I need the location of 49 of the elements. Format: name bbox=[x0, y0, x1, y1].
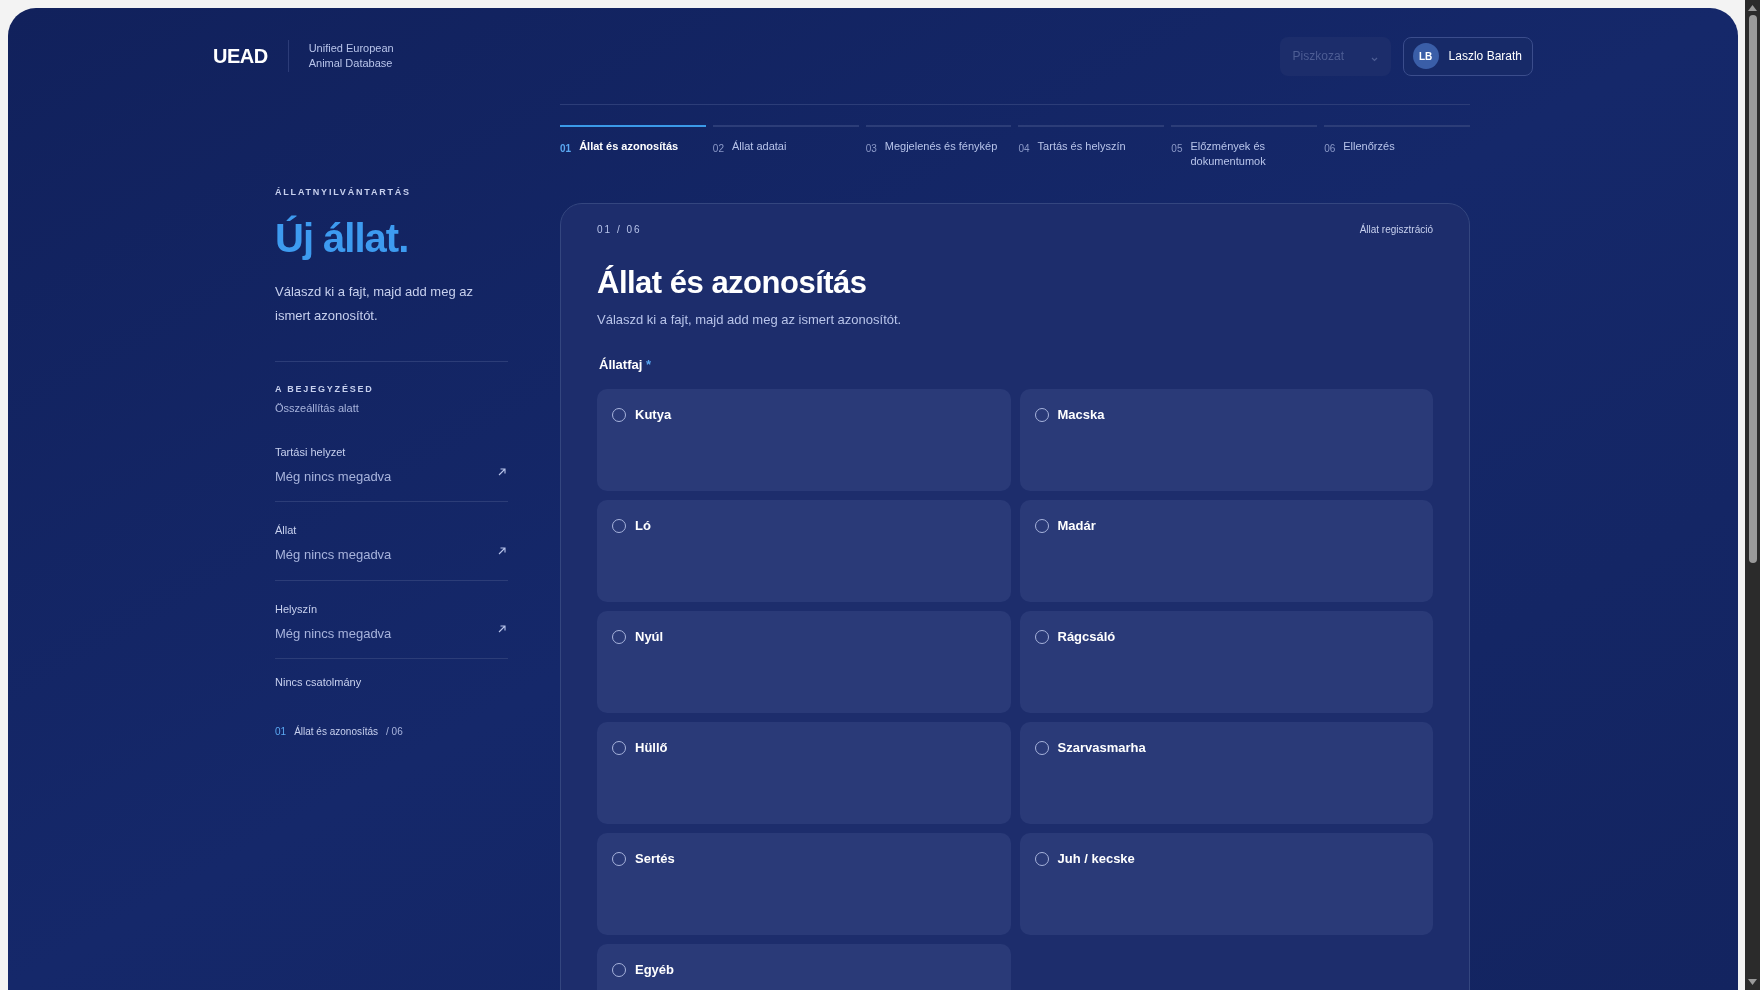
species-option[interactable]: Madár bbox=[1019, 500, 1433, 602]
form-context: Állat regisztráció bbox=[1359, 222, 1433, 237]
species-option[interactable]: Szarvasmarha bbox=[1019, 722, 1433, 824]
scrollbar[interactable] bbox=[1745, 0, 1760, 990]
step-counter: 01 / 06 bbox=[597, 223, 642, 237]
step-tab[interactable]: 05 Előzmények és dokumentumok bbox=[1171, 125, 1318, 169]
scrollbar-thumb[interactable] bbox=[1748, 15, 1757, 563]
summary-status: Összeállítás alatt bbox=[275, 401, 360, 416]
form-title: Állat és azonosítás bbox=[597, 264, 868, 302]
brand-subtitle: Unified European Animal Database bbox=[308, 41, 394, 71]
summary-value: Még nincs megadva bbox=[275, 546, 392, 564]
step-tab[interactable]: 04 Tartás és helyszín bbox=[1018, 125, 1165, 169]
summary-label: Állat bbox=[275, 523, 297, 538]
species-option[interactable]: Ló bbox=[597, 500, 1011, 602]
species-option[interactable]: Juh / kecske bbox=[1019, 833, 1433, 935]
summary-value: Még nincs megadva bbox=[275, 467, 392, 486]
species-option[interactable]: Hüllő bbox=[597, 722, 1011, 824]
arrow-up-right-icon[interactable] bbox=[498, 468, 506, 477]
chevron-down-icon bbox=[1370, 56, 1378, 62]
page-title: Új állat. bbox=[275, 214, 410, 262]
step-tab[interactable]: 01 Állat és azonosítás bbox=[560, 125, 706, 169]
scroll-up-icon[interactable] bbox=[1748, 5, 1757, 11]
user-menu-button[interactable]: LB Laszlo Barath bbox=[1402, 36, 1533, 76]
logo[interactable]: UEAD bbox=[213, 41, 268, 71]
summary-heading: A BEJEGYZÉSED bbox=[275, 382, 375, 396]
step-tab[interactable]: 06 Ellenőrzés bbox=[1324, 125, 1470, 169]
species-option[interactable]: Kutya bbox=[597, 389, 1011, 491]
summary-label: Tartási helyzet bbox=[275, 444, 346, 460]
page-description: Válaszd ki a fajt, majd add meg az ismert azonosítót. bbox=[275, 282, 474, 325]
species-option[interactable]: Macska bbox=[1019, 389, 1433, 491]
summary-label: Helyszín bbox=[275, 601, 318, 617]
attachments-status: Nincs csatolmány bbox=[275, 675, 363, 690]
summary-value: Még nincs megadva bbox=[275, 624, 392, 643]
species-option[interactable]: Sertés bbox=[597, 833, 1011, 935]
species-option[interactable]: Egyéb bbox=[597, 944, 1011, 990]
arrow-up-right-icon[interactable] bbox=[498, 625, 506, 634]
section-eyebrow: ÁLLATNYILVÁNTARTÁS bbox=[275, 186, 412, 199]
scroll-down-icon[interactable] bbox=[1748, 979, 1757, 985]
step-tab[interactable]: 02 Állat adatai bbox=[712, 125, 859, 169]
progress-total: / 06 bbox=[386, 724, 403, 739]
species-option[interactable]: Nyúl bbox=[597, 611, 1011, 713]
form-description: Válaszd ki a fajt, majd add meg az ismert azonosítót. bbox=[597, 311, 903, 329]
arrow-up-right-icon[interactable] bbox=[498, 546, 506, 555]
progress-label: Állat és azonosítás bbox=[294, 724, 379, 739]
user-avatar: LB bbox=[1412, 43, 1439, 69]
field-label: Állatfaj * bbox=[599, 355, 653, 374]
step-tab[interactable]: 03 Megjelenés és fénykép bbox=[865, 125, 1012, 169]
species-option[interactable]: Rágcsáló bbox=[1019, 611, 1433, 713]
progress-number: 01 bbox=[275, 724, 287, 739]
